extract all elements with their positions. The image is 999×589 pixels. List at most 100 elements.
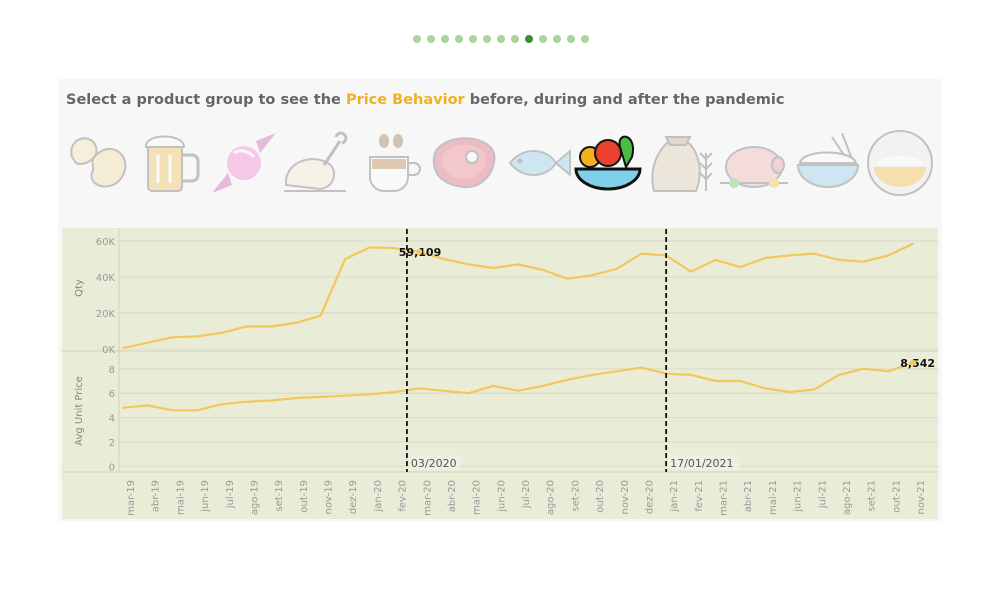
data-point <box>763 387 766 390</box>
data-point <box>591 374 593 376</box>
x-tick-label: dez-19 <box>348 480 359 514</box>
data-point <box>714 380 717 382</box>
data-point <box>418 387 421 390</box>
data-point <box>443 258 445 260</box>
y-tick-label: 4 <box>109 414 115 425</box>
x-tick-label: abr-20 <box>447 480 458 512</box>
data-point <box>122 406 124 409</box>
data-point <box>887 254 890 257</box>
x-tick-label: ago-20 <box>546 480 557 515</box>
data-point <box>788 254 791 257</box>
highlight-point <box>416 248 423 255</box>
data-point <box>566 277 569 280</box>
data-point <box>517 389 519 392</box>
x-tick-label: jun-20 <box>496 480 507 513</box>
x-tick-label: mar-20 <box>422 480 433 516</box>
data-point <box>270 325 273 328</box>
y-tick-label: 0K <box>102 345 115 356</box>
x-tick-label: abr-21 <box>743 480 754 512</box>
y-tick-label: 6 <box>109 389 115 400</box>
data-point <box>344 258 347 260</box>
data-point <box>443 389 445 392</box>
data-point <box>245 400 248 403</box>
data-point <box>492 267 495 269</box>
data-point <box>171 336 174 339</box>
data-point <box>714 259 717 261</box>
x-tick-label: jun-19 <box>200 480 211 513</box>
x-tick-label: set-21 <box>867 480 878 512</box>
highlight-point <box>910 359 916 366</box>
data-point <box>270 399 273 402</box>
price-axis-label: Avg Unit Price <box>74 376 85 446</box>
data-point <box>615 268 618 270</box>
data-point <box>591 274 593 277</box>
y-tick-label: 20K <box>96 309 116 320</box>
x-tick-label: ago-19 <box>249 480 260 515</box>
data-point <box>467 392 470 395</box>
x-tick-label: dez-20 <box>644 480 655 514</box>
data-point <box>319 314 322 317</box>
x-tick-label: jan-20 <box>373 480 384 513</box>
y-tick-label: 2 <box>109 438 115 449</box>
y-tick-label: 40K <box>96 273 116 284</box>
event-label: 03/2020 <box>411 457 457 470</box>
data-point <box>838 259 840 261</box>
data-point <box>541 385 544 387</box>
data-point <box>393 391 396 393</box>
data-point <box>245 325 248 328</box>
x-tick-label: nov-20 <box>620 480 631 514</box>
data-point <box>887 370 890 373</box>
data-point <box>368 393 371 396</box>
data-point <box>788 391 791 393</box>
x-tick-label: ago-21 <box>842 480 853 515</box>
data-point <box>862 260 865 263</box>
data-point <box>566 378 569 381</box>
data-point <box>196 409 198 412</box>
x-tick-label: mai-21 <box>768 480 779 515</box>
data-point <box>220 403 223 406</box>
data-point <box>294 397 297 399</box>
data-point <box>196 335 198 338</box>
data-point <box>492 385 495 387</box>
data-point <box>467 263 470 266</box>
data-point <box>171 409 174 412</box>
data-point <box>541 268 544 271</box>
data-point <box>862 367 865 370</box>
y-tick-label: 60K <box>96 237 116 248</box>
data-point <box>319 395 322 398</box>
x-tick-label: out-20 <box>595 480 606 513</box>
data-point <box>739 380 742 382</box>
x-tick-label: mar-21 <box>719 480 730 516</box>
data-point <box>813 388 816 391</box>
x-tick-label: jun-21 <box>793 480 804 513</box>
y-tick-label: 8 <box>109 365 115 376</box>
x-tick-label: out-19 <box>299 480 310 513</box>
x-tick-label: nov-19 <box>324 480 335 514</box>
data-point <box>912 242 914 245</box>
data-point <box>615 370 618 373</box>
x-tick-label: set-20 <box>570 480 581 512</box>
plot-background <box>62 228 938 519</box>
data-point <box>689 374 692 376</box>
data-point <box>838 374 840 376</box>
x-tick-label: jul-20 <box>521 480 532 509</box>
data-point <box>640 366 643 369</box>
x-tick-label: mai-20 <box>472 480 483 515</box>
data-point <box>640 252 643 255</box>
x-tick-label: nov-21 <box>916 480 927 514</box>
data-point <box>294 322 297 324</box>
data-point <box>122 347 124 349</box>
data-point <box>344 394 347 397</box>
qty-axis-label: Qty <box>74 279 85 297</box>
x-tick-label: mai-19 <box>175 480 186 515</box>
data-label: 8,542 <box>900 357 935 370</box>
data-point <box>368 246 371 249</box>
price-behavior-chart: Qty Avg Unit Price 0K 20K 40K 60K 0 2 4 6 8 mar-… <box>62 228 938 519</box>
x-tick-label: fev-21 <box>694 480 705 512</box>
data-point <box>813 252 816 255</box>
data-point <box>393 247 396 250</box>
data-point <box>220 331 223 334</box>
data-point <box>739 266 742 268</box>
x-tick-label: out-21 <box>891 480 902 513</box>
event-label: 17/01/2021 <box>670 457 733 470</box>
